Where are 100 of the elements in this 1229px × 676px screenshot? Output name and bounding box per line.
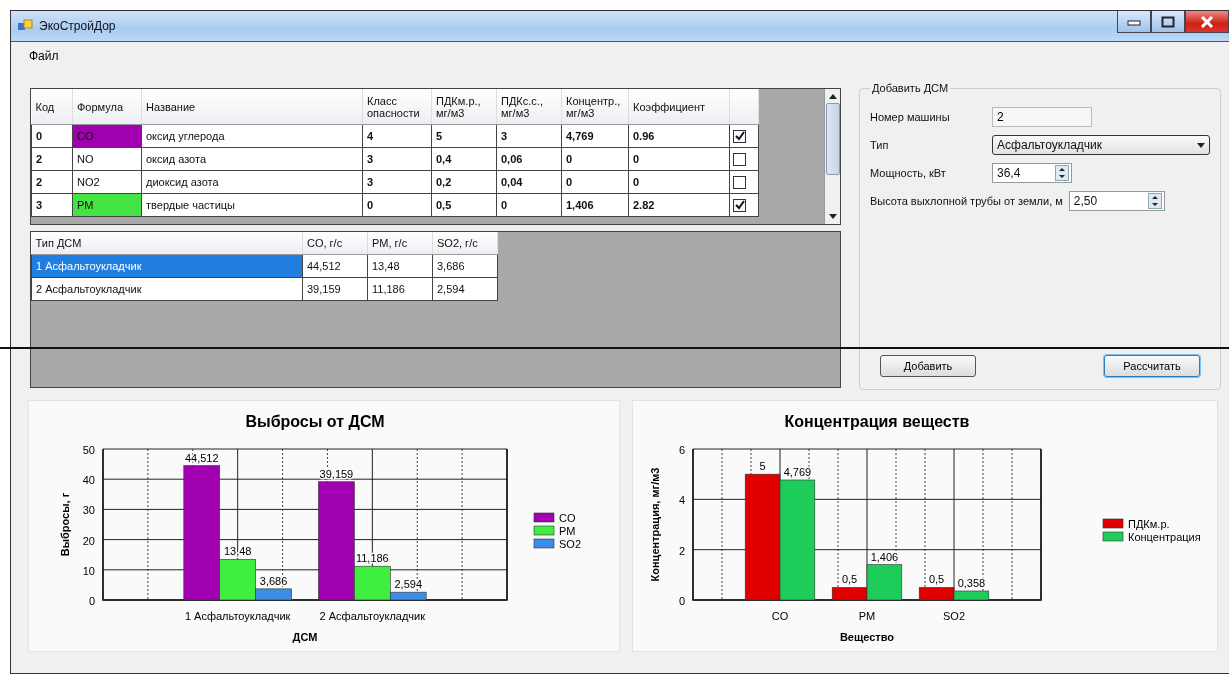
window-title: ЭкоСтройДор	[39, 19, 116, 33]
scroll-down-icon	[828, 214, 837, 221]
table-cell: 0,4	[431, 147, 497, 171]
y-tick-label: 10	[82, 564, 95, 577]
table-cell: 4,769	[561, 124, 629, 148]
bar	[918, 587, 955, 601]
y-tick-label: 6	[678, 444, 685, 456]
legend-swatch	[1102, 531, 1124, 542]
field-label: Мощность, кВт	[870, 167, 947, 179]
checkbox[interactable]	[733, 129, 746, 143]
table-cell[interactable]: 11,186	[367, 277, 433, 301]
table-cell: 0	[561, 147, 629, 171]
vertical-scrollbar[interactable]	[824, 89, 840, 225]
table-cell[interactable]: 2,594	[432, 277, 498, 301]
column-header[interactable]: Формула	[72, 89, 142, 125]
y-tick-label: 40	[82, 474, 95, 487]
field-label: Тип	[870, 139, 890, 151]
category-label: PM	[858, 610, 876, 622]
table-cell: 3	[31, 193, 73, 217]
table-cell: оксид азота	[141, 147, 363, 171]
table-cell: твердые частицы	[141, 193, 363, 217]
bar-value-label: 5	[759, 460, 766, 473]
maximize-button[interactable]	[1151, 11, 1185, 33]
button[interactable]: Добавить	[880, 355, 976, 377]
legend-swatch	[533, 525, 555, 536]
menu-item[interactable]: Файл	[25, 47, 63, 65]
table-cell: 0,04	[496, 170, 562, 194]
x-axis-title: ДСМ	[292, 631, 318, 643]
bar-value-label: 3,686	[259, 574, 288, 587]
y-tick-label: 20	[82, 534, 95, 547]
bar-value-label: 4,769	[783, 466, 812, 478]
x-axis-title: Вещество	[839, 631, 895, 643]
field-label: Высота выхлопной трубы от земли, м	[870, 195, 1063, 207]
legend-swatch	[533, 512, 555, 523]
y-axis-title: Выбросы, г	[59, 492, 71, 557]
table-cell: 0	[362, 193, 432, 217]
table-cell: 0	[628, 147, 730, 171]
scrollbar-thumb[interactable]	[825, 103, 840, 175]
dropdown-arrow-icon	[1197, 142, 1205, 148]
table-cell: 2	[31, 147, 73, 171]
table-cell[interactable]: 3,686	[432, 254, 498, 278]
chart-title: Выбросы от ДСМ	[245, 413, 385, 430]
column-header[interactable]: Коэффициент	[628, 89, 730, 125]
table-cell[interactable]: 39,159	[302, 277, 368, 301]
bar-value-label: 0,5	[841, 573, 858, 586]
column-header[interactable]: PM, г/с	[367, 232, 433, 255]
legend-swatch	[1102, 518, 1124, 529]
y-axis-title: Концентрация, мг/м3	[649, 467, 661, 582]
table-cell: 2	[31, 170, 73, 194]
minimize-button[interactable]	[1117, 11, 1151, 33]
legend-label: ПДКм.р.	[1128, 518, 1170, 530]
table-cell: 0,06	[496, 147, 562, 171]
category-label: 1 Асфальтоукладчик	[184, 610, 291, 622]
checkbox[interactable]	[733, 198, 746, 212]
column-header[interactable]: Код	[31, 89, 73, 125]
table-cell[interactable]: 1 Асфальтоукладчик	[31, 254, 303, 278]
table-cell: оксид углерода	[141, 124, 363, 148]
table-cell: 2.82	[628, 193, 730, 217]
checkbox[interactable]	[733, 152, 746, 166]
table-cell: 3	[496, 124, 562, 148]
number-spinner[interactable]: 36,4	[992, 163, 1072, 183]
column-header[interactable]: Класс опасности	[362, 89, 432, 125]
column-header[interactable]: Тип ДСМ	[31, 232, 303, 255]
dropdown[interactable]: Асфальтоукладчик	[992, 135, 1210, 155]
close-icon	[1200, 15, 1214, 28]
table-cell: 4	[362, 124, 432, 148]
bar	[953, 590, 990, 601]
column-header[interactable]: ПДКс.с., мг/м3	[496, 89, 562, 125]
spin-arrows-icon	[1055, 165, 1069, 181]
category-label: SO2	[943, 610, 965, 622]
column-header[interactable]: SO2, г/с	[432, 232, 498, 255]
y-tick-label: 4	[678, 494, 685, 507]
table-cell: 0	[31, 124, 73, 148]
bar-value-label: 0,5	[928, 573, 945, 586]
chart-title: Концентрация веществ	[784, 413, 970, 430]
close-button[interactable]	[1185, 11, 1229, 33]
column-header[interactable]: Название	[141, 89, 363, 125]
column-header[interactable]: ПДКм.р., мг/м3	[431, 89, 497, 125]
button[interactable]: Рассчитать	[1104, 355, 1200, 377]
column-header[interactable]: Концентр., мг/м3	[561, 89, 629, 125]
legend-label: CO	[559, 512, 576, 524]
number-spinner[interactable]: 2,50	[1068, 191, 1165, 211]
bar-value-label: 2,594	[394, 578, 422, 591]
table-cell[interactable]: 13,48	[367, 254, 433, 278]
column-header[interactable]: CO, г/с	[302, 232, 368, 255]
legend-swatch	[533, 538, 555, 549]
table-cell: 0.96	[628, 124, 730, 148]
table-cell: 0,5	[431, 193, 497, 217]
table-cell: 3	[362, 147, 432, 171]
minimize-icon	[1127, 17, 1141, 26]
table-cell: 0	[561, 170, 629, 194]
table-cell[interactable]: 2 Асфальтоукладчик	[31, 277, 303, 301]
spin-arrows-icon	[1147, 193, 1162, 209]
maximize-icon	[1161, 15, 1175, 28]
legend-label: PM	[559, 525, 576, 537]
checkbox[interactable]	[733, 175, 746, 189]
legend-label: Концентрация	[1128, 531, 1201, 543]
table-cell: 0	[496, 193, 562, 217]
table-cell[interactable]: 44,512	[302, 254, 368, 278]
text-field[interactable]: 2	[992, 107, 1092, 127]
